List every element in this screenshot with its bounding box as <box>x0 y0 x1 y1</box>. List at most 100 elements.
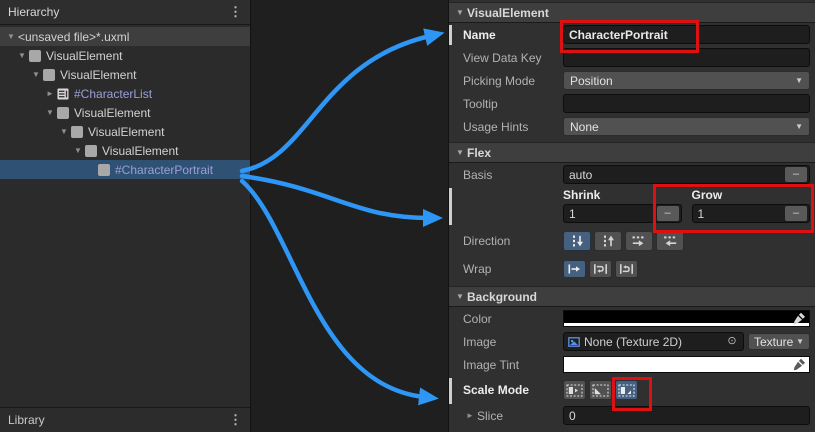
name-input[interactable]: CharacterPortrait <box>563 25 810 44</box>
scale-and-crop-icon <box>592 384 609 397</box>
foldout-open-icon[interactable]: ▼ <box>453 293 467 301</box>
chevron-down-icon: ▼ <box>795 123 803 131</box>
nowrap-icon <box>567 263 582 275</box>
override-indicator-scale-mode <box>449 378 452 404</box>
section-background[interactable]: ▼ Background <box>449 286 815 307</box>
picking-mode-label: Picking Mode <box>463 74 563 88</box>
foldout-open-icon[interactable]: ▼ <box>453 9 467 17</box>
view-data-key-label: View Data Key <box>463 51 563 65</box>
flex-basis-row: Basis auto – <box>449 163 815 186</box>
stretch-to-fill-icon <box>566 384 583 397</box>
object-picker-icon[interactable]: ⊙ <box>723 336 741 347</box>
foldout-open-icon[interactable]: ▼ <box>15 52 29 60</box>
flex-wrap-buttons <box>563 260 638 278</box>
image-tint-field[interactable] <box>563 356 810 373</box>
usage-hints-dropdown[interactable]: None ▼ <box>563 117 810 136</box>
kebab-menu-icon[interactable]: ⋮ <box>229 4 242 20</box>
direction-column-button[interactable] <box>563 231 591 251</box>
flex-direction-label: Direction <box>463 234 563 248</box>
flex-basis-dragger-button[interactable]: – <box>785 167 807 182</box>
alpha-bar <box>564 323 809 326</box>
slice-label-group: ► Slice <box>463 409 563 423</box>
color-swatch <box>564 311 809 323</box>
flex-grow-dragger-button[interactable]: – <box>785 206 807 221</box>
foldout-closed-icon[interactable]: ► <box>43 90 57 98</box>
eyedropper-icon[interactable] <box>793 312 806 325</box>
wrap-wrap-button[interactable] <box>589 260 612 278</box>
tooltip-label: Tooltip <box>463 97 563 111</box>
arrow-to-grow-field <box>242 176 428 218</box>
wrap-nowrap-button[interactable] <box>563 260 586 278</box>
tree-item-visualelement-2[interactable]: ▼ VisualElement <box>0 65 250 84</box>
flex-basis-input[interactable]: auto – <box>563 165 810 184</box>
tree-item-visualelement-1[interactable]: ▼ VisualElement <box>0 46 250 65</box>
section-flex[interactable]: ▼ Flex <box>449 142 815 163</box>
hierarchy-panel: Hierarchy ⋮ ▼ <unsaved file>*.uxml ▼ Vis… <box>0 0 251 432</box>
scale-to-fit-button[interactable] <box>615 380 638 400</box>
slice-label: Slice <box>477 409 503 423</box>
tree-item-visualelement-4[interactable]: ▼ VisualElement <box>0 122 250 141</box>
tree-item-label: VisualElement <box>74 106 151 120</box>
picking-mode-dropdown[interactable]: Position ▼ <box>563 71 810 90</box>
scale-and-crop-button[interactable] <box>589 380 612 400</box>
usage-hints-value: None <box>570 120 599 134</box>
direction-row-reverse-button[interactable] <box>656 231 684 251</box>
flex-grow-input[interactable]: 1 – <box>692 204 811 223</box>
kebab-menu-icon[interactable]: ⋮ <box>229 412 242 428</box>
tree-item-label: #CharacterPortrait <box>115 163 213 177</box>
view-data-key-input[interactable] <box>563 48 810 67</box>
flex-shrink-input[interactable]: 1 – <box>563 204 682 223</box>
tree-item-characterportrait[interactable]: #CharacterPortrait <box>0 160 250 179</box>
texture-2d-icon <box>568 337 580 347</box>
background-image-object-field[interactable]: None (Texture 2D) ⊙ <box>563 332 744 351</box>
wrap-reverse-button[interactable] <box>615 260 638 278</box>
wrap-icon <box>593 263 608 275</box>
section-visualelement[interactable]: ▼ VisualElement <box>449 2 815 23</box>
foldout-open-icon[interactable]: ▼ <box>4 33 18 41</box>
column-up-icon <box>600 235 616 247</box>
scale-mode-buttons <box>563 380 638 400</box>
tree-item-visualelement-5[interactable]: ▼ VisualElement <box>0 141 250 160</box>
foldout-open-icon[interactable]: ▼ <box>71 147 85 155</box>
foldout-open-icon[interactable]: ▼ <box>29 71 43 79</box>
library-header[interactable]: Library ⋮ <box>0 407 250 432</box>
flex-grow-group: Grow 1 – <box>692 188 811 226</box>
foldout-open-icon[interactable]: ▼ <box>453 149 467 157</box>
visual-element-icon <box>29 50 41 62</box>
foldout-open-icon[interactable]: ▼ <box>57 128 71 136</box>
background-color-field[interactable] <box>563 310 810 327</box>
foldout-open-icon[interactable]: ▼ <box>43 109 57 117</box>
image-type-value: Texture <box>754 335 793 349</box>
view-data-key-row: View Data Key <box>449 46 815 69</box>
picking-mode-row: Picking Mode Position ▼ <box>449 69 815 92</box>
visual-element-icon <box>98 164 110 176</box>
name-row: Name CharacterPortrait <box>449 23 815 46</box>
direction-row-button[interactable] <box>625 231 653 251</box>
flex-direction-buttons <box>563 231 684 251</box>
usage-hints-label: Usage Hints <box>463 120 563 134</box>
flex-shrink-dragger-button[interactable]: – <box>657 206 679 221</box>
scale-stretch-to-fill-button[interactable] <box>563 380 586 400</box>
usage-hints-row: Usage Hints None ▼ <box>449 115 815 138</box>
section-title: VisualElement <box>467 6 549 20</box>
tooltip-input[interactable] <box>563 94 810 113</box>
slice-row: ► Slice 0 <box>449 404 815 427</box>
tree-item-label: #CharacterList <box>74 87 152 101</box>
visual-element-icon <box>85 145 97 157</box>
slice-input[interactable]: 0 <box>563 406 810 425</box>
name-value: CharacterPortrait <box>569 28 668 42</box>
foldout-closed-icon[interactable]: ► <box>463 412 477 420</box>
image-type-dropdown[interactable]: Texture ▼ <box>748 333 810 350</box>
flex-shrink-label: Shrink <box>563 188 682 204</box>
chevron-down-icon: ▼ <box>796 338 804 346</box>
flex-wrap-label: Wrap <box>463 262 563 276</box>
tree-item-characterlist[interactable]: ► #CharacterList <box>0 84 250 103</box>
tree-item-label: VisualElement <box>102 144 179 158</box>
flex-basis-label: Basis <box>463 168 563 182</box>
image-tint-label: Image Tint <box>463 358 563 372</box>
direction-column-reverse-button[interactable] <box>594 231 622 251</box>
section-title: Flex <box>467 146 491 160</box>
tree-item-unsaved-file[interactable]: ▼ <unsaved file>*.uxml <box>0 27 250 46</box>
eyedropper-icon[interactable] <box>793 358 806 371</box>
tree-item-visualelement-3[interactable]: ▼ VisualElement <box>0 103 250 122</box>
